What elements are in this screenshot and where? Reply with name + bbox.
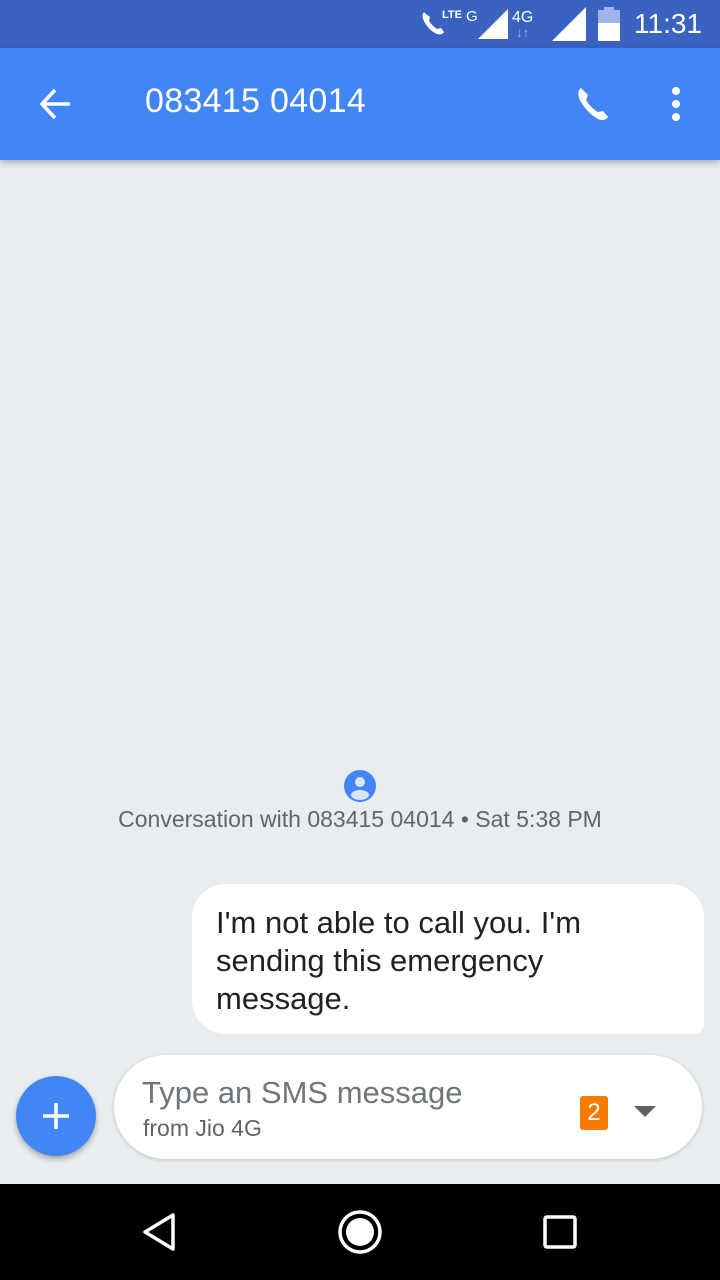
- sim-badge[interactable]: 2: [580, 1096, 608, 1130]
- conversation-title: 083415 04014: [145, 82, 367, 120]
- back-arrow-icon: [39, 88, 70, 120]
- volte-call-icon: LTE: [416, 0, 472, 48]
- attach-button[interactable]: [16, 1076, 96, 1156]
- sim-label: from Jio 4G: [143, 1115, 262, 1141]
- dropdown-arrow-icon: [634, 1106, 656, 1117]
- nav-recents-button[interactable]: [530, 1202, 590, 1262]
- call-button[interactable]: [560, 72, 624, 136]
- status-bar: LTE G 4G ↓↑ 11:31: [0, 0, 720, 48]
- lte-label: LTE: [442, 9, 462, 21]
- g-label: G: [466, 7, 478, 25]
- add-icon: [43, 1103, 69, 1129]
- battery-icon: [598, 0, 620, 48]
- message-input[interactable]: [142, 1073, 542, 1113]
- app-bar: 083415 04014: [0, 48, 720, 160]
- more-vert-icon: [672, 87, 680, 121]
- nav-bar: [0, 1184, 720, 1280]
- home-circle-icon: [338, 1210, 382, 1254]
- phone-icon: [578, 88, 608, 121]
- status-time: 11:31: [634, 8, 702, 39]
- recents-square-icon: [543, 1215, 577, 1249]
- contact-avatar: [344, 770, 376, 802]
- signal-icon: [552, 0, 586, 48]
- compose-box: from Jio 4G 2: [114, 1055, 702, 1159]
- message-bubble[interactable]: I'm not able to call you. I'm sending th…: [192, 884, 704, 1034]
- 4g-label: 4G: [512, 8, 534, 26]
- person-icon: [351, 777, 369, 800]
- back-button[interactable]: [24, 72, 88, 136]
- data-arrows-icon: 4G ↓↑: [512, 8, 534, 40]
- more-options-button[interactable]: [646, 72, 706, 136]
- signal-icon: G: [466, 0, 508, 48]
- back-triangle-icon: [143, 1213, 175, 1251]
- nav-back-button[interactable]: [130, 1202, 190, 1262]
- sim-dropdown-button[interactable]: [630, 1097, 660, 1127]
- nav-home-button[interactable]: [330, 1202, 390, 1262]
- conversation-info: Conversation with 083415 04014 • Sat 5:3…: [118, 806, 602, 832]
